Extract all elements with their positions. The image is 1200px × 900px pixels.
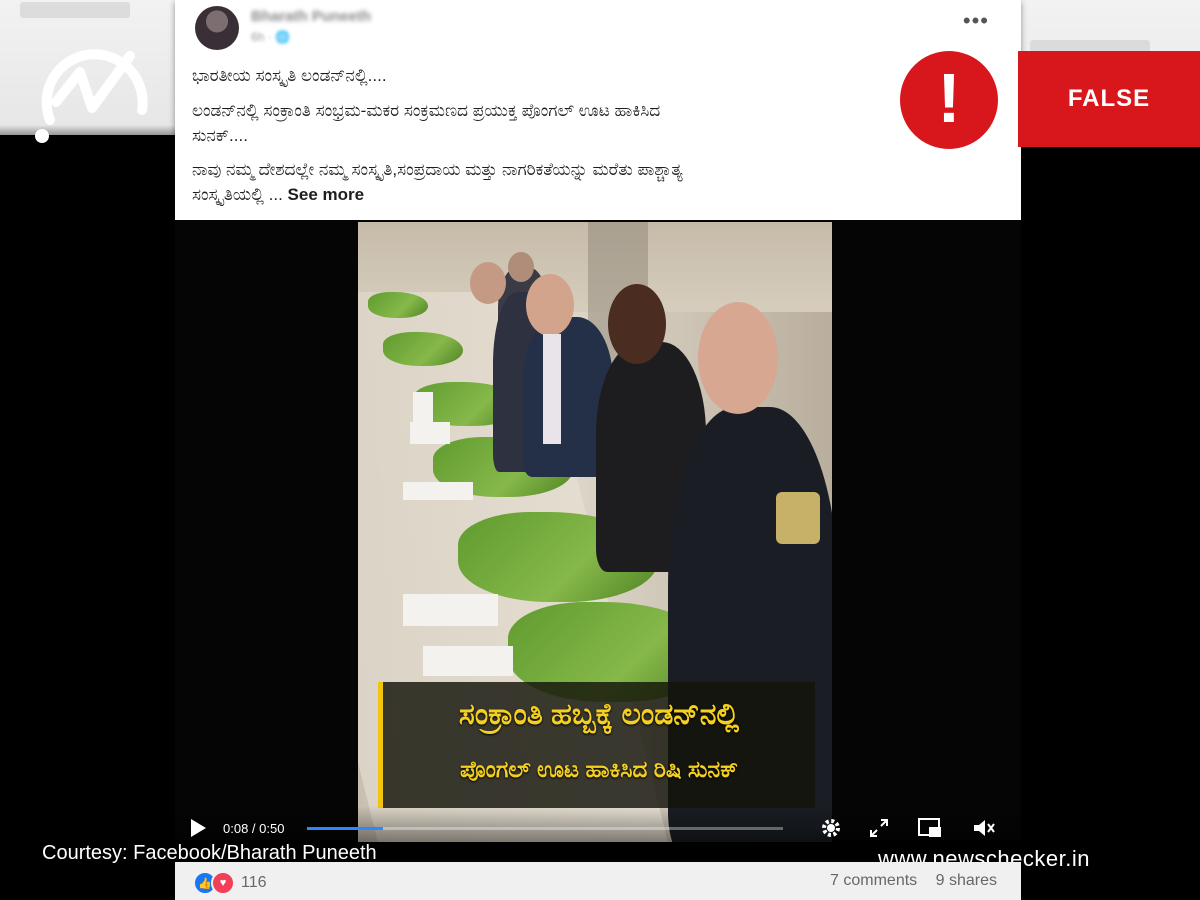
picture-in-picture-icon[interactable] [917,816,943,840]
exclamation-icon: ! [937,59,961,137]
love-reaction-icon: ♥ [211,871,235,895]
post-text-line: ನಾವು ನಮ್ಮ ದೇಶದಲ್ಲೇ ನಮ್ಮ ಸಂಸ್ಕೃತಿ,ಸಂಪ್ರದಾ… [192,160,683,179]
settings-gear-icon[interactable] [819,816,843,840]
play-icon[interactable] [189,818,207,838]
more-options-icon[interactable]: ••• [963,8,989,34]
author-name[interactable]: Bharath Puneeth [251,8,371,25]
shoulder-patch [776,492,820,544]
reactions-summary[interactable]: 👍 ♥ 116 [193,871,267,895]
napkin [403,482,473,500]
blurred-text [20,2,130,18]
person-head [508,252,534,282]
post-text-line: ಸುನಕ್.... [192,126,248,145]
video-caption: ಸಂಕ್ರಾಂತಿ ಹಬ್ಬಕ್ಕೆ ಲಂಡನ್‌ನಲ್ಲಿ ಪೊಂಗಲ್ ಊಟ… [378,682,815,808]
person-head [470,262,506,304]
napkin [403,594,498,626]
banana-leaf [368,292,428,318]
post-meta: 6h · 🌐 [251,30,290,44]
officer-head [698,302,778,414]
volume-muted-icon[interactable] [971,816,997,840]
napkin [413,392,433,422]
comments-link[interactable]: 7 comments [830,872,917,889]
post-text-line: ಸಂಸ್ಕೃತಿಯಲ್ಲಿ ... See more [192,185,364,205]
napkin [410,422,450,444]
engagement-stats: 7 comments 9 shares [816,872,997,890]
avatar[interactable] [195,6,239,50]
post-text-line-start: ಸಂಸ್ಕೃತಿಯಲ್ಲಿ ... [192,185,288,204]
shares-link[interactable]: 9 shares [936,872,997,889]
reaction-count: 116 [241,874,267,891]
post-text-line: ಲಂಡನ್‌ನಲ್ಲಿ ಸಂಕ್ರಾಂತಿ ಸಂಭ್ರಮ-ಮಕರ ಸಂಕ್ರಮಣ… [192,101,661,120]
see-more-link[interactable]: See more [288,185,365,204]
video-progress-bar[interactable] [307,827,783,830]
expand-icon[interactable] [869,818,889,838]
video-timecode: 0:08 / 0:50 [223,821,285,836]
caption-line-1: ಸಂಕ್ರಾಂತಿ ಹಬ್ಬಕ್ಕೆ ಲಂಡನ್‌ನಲ್ಲಿ [458,698,740,731]
false-verdict-badge: FALSE [1018,51,1200,147]
false-verdict-icon: ! [900,51,998,149]
person-head [526,274,574,336]
video-progress-fill [307,827,384,830]
facebook-post-card: Bharath Puneeth 6h · 🌐 ••• ಭಾರತೀಯ ಸಂಸ್ಕೃ… [175,0,1021,220]
shirt [543,334,561,444]
newschecker-logo-icon [35,49,148,143]
post-text-line: ಭಾರತೀಯ ಸಂಸ್ಕೃತಿ ಲಂಡನ್‌ನಲ್ಲಿ.... [192,66,387,85]
caption-line-2: ಪೊಂಗಲ್ ಊಟ ಹಾಕಿಸಿದ ರಿಷಿ ಸುನಕ್ [459,756,739,782]
napkin [423,646,513,676]
post-footer: 👍 ♥ 116 7 comments 9 shares [175,862,1021,900]
banana-leaf [383,332,463,366]
person-head [608,284,666,364]
